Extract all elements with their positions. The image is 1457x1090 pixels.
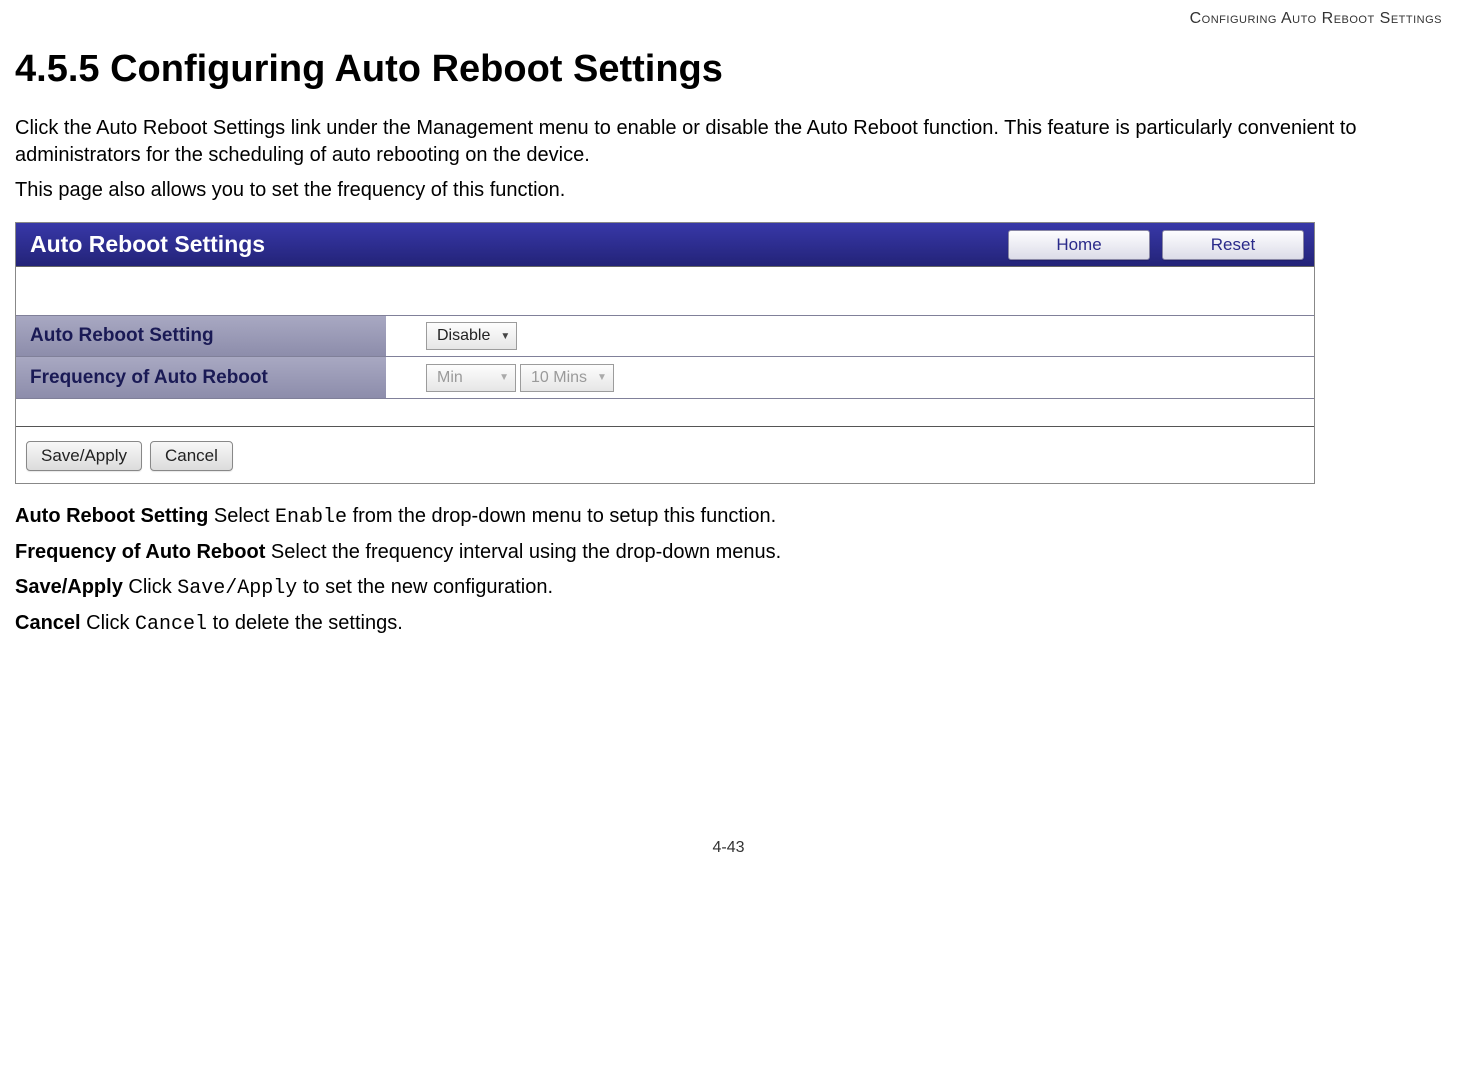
def-term: Cancel xyxy=(15,612,81,634)
select-value: 10 Mins xyxy=(531,369,587,387)
def-term: Save/Apply xyxy=(15,576,123,598)
setting-row: Auto Reboot Setting Disable ▼ xyxy=(16,315,1314,357)
def-term: Frequency of Auto Reboot xyxy=(15,541,265,563)
embedded-screenshot: Auto Reboot Settings Home Reset Auto Reb… xyxy=(15,222,1442,484)
frequency-label: Frequency of Auto Reboot xyxy=(16,367,386,389)
definitions: Auto Reboot Setting Select Enable from t… xyxy=(15,502,1442,639)
divider xyxy=(16,399,1314,427)
select-value: Disable xyxy=(437,327,490,345)
def-frequency: Frequency of Auto Reboot Select the freq… xyxy=(15,538,1442,567)
def-cancel: Cancel Click Cancel to delete the settin… xyxy=(15,609,1442,639)
frequency-unit-select[interactable]: Min ▼ xyxy=(426,364,516,392)
auto-reboot-setting-select[interactable]: Disable ▼ xyxy=(426,322,517,350)
def-mono: Save/Apply xyxy=(177,577,297,600)
frequency-row: Frequency of Auto Reboot Min ▼ 10 Mins ▼ xyxy=(16,357,1314,399)
running-header: Configuring Auto Reboot Settings xyxy=(15,10,1442,28)
def-save-apply: Save/Apply Click Save/Apply to set the n… xyxy=(15,573,1442,603)
select-value: Min xyxy=(437,369,463,387)
intro-paragraph-1: Click the Auto Reboot Settings link unde… xyxy=(15,115,1442,169)
intro-paragraph-2: This page also allows you to set the fre… xyxy=(15,177,1442,204)
auto-reboot-setting-label: Auto Reboot Setting xyxy=(16,325,386,347)
chevron-down-icon: ▼ xyxy=(597,372,607,383)
home-button[interactable]: Home xyxy=(1008,230,1150,260)
def-term: Auto Reboot Setting xyxy=(15,505,208,527)
def-text: Select the frequency interval using the … xyxy=(265,541,781,563)
def-mono: Cancel xyxy=(135,613,207,636)
def-text: Select xyxy=(208,505,275,527)
save-apply-button[interactable]: Save/Apply xyxy=(26,441,142,471)
def-text: Click xyxy=(81,612,135,634)
def-text: from the drop-down menu to setup this fu… xyxy=(347,505,776,527)
def-text: to set the new configuration. xyxy=(297,576,553,598)
def-text: Click xyxy=(123,576,177,598)
reset-button[interactable]: Reset xyxy=(1162,230,1304,260)
cancel-button[interactable]: Cancel xyxy=(150,441,233,471)
section-title: 4.5.5 Configuring Auto Reboot Settings xyxy=(15,48,1442,91)
chevron-down-icon: ▼ xyxy=(499,372,509,383)
panel-title: Auto Reboot Settings xyxy=(16,223,279,266)
chevron-down-icon: ▼ xyxy=(500,331,510,342)
def-auto-reboot-setting: Auto Reboot Setting Select Enable from t… xyxy=(15,502,1442,532)
frequency-value-select[interactable]: 10 Mins ▼ xyxy=(520,364,614,392)
def-mono: Enable xyxy=(275,506,347,529)
spacer xyxy=(16,267,1314,315)
panel-header: Auto Reboot Settings Home Reset xyxy=(16,223,1314,267)
def-text: to delete the settings. xyxy=(207,612,403,634)
page-number: 4-43 xyxy=(15,839,1442,857)
